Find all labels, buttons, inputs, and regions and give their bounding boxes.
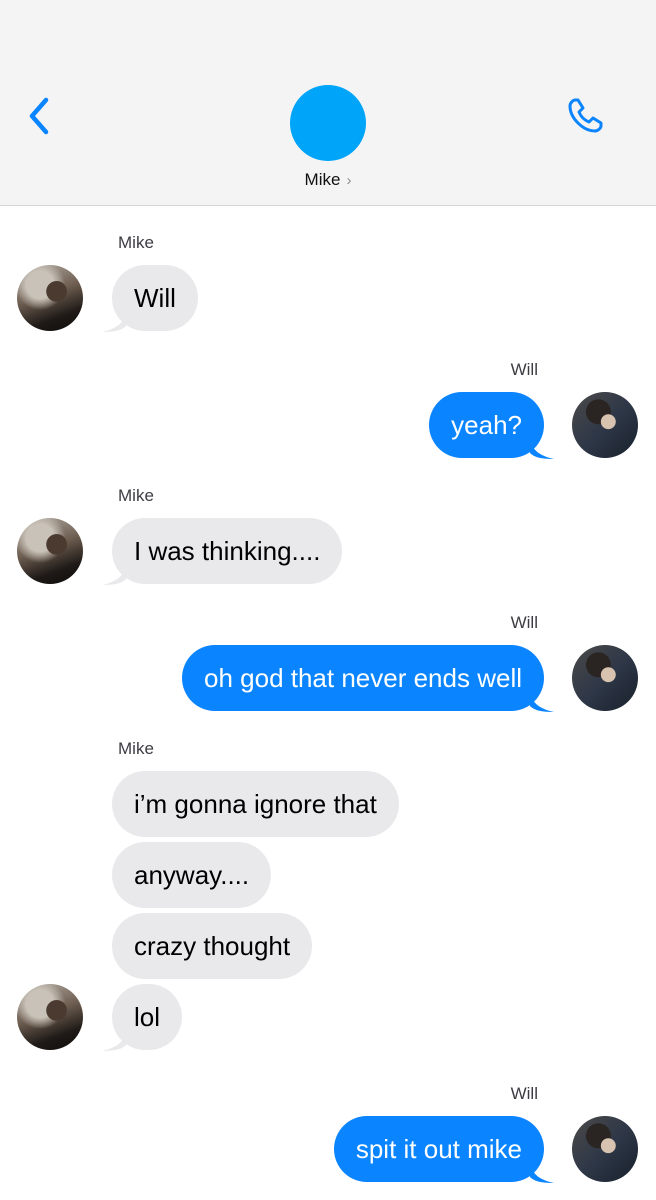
phone-icon (568, 98, 603, 133)
message-bubble[interactable]: oh god that never ends well (182, 645, 544, 711)
message-bubble[interactable]: lol (112, 984, 183, 1050)
conversation-header: Mike › (0, 0, 656, 206)
message-bubble[interactable]: yeah? (429, 392, 544, 458)
sender-label: Mike (118, 739, 154, 758)
chevron-right-icon: › (346, 172, 352, 189)
sender-label: Will (510, 360, 538, 379)
avatar[interactable] (17, 265, 83, 331)
avatar[interactable] (572, 645, 638, 711)
sender-label: Will (510, 1084, 538, 1103)
message-bubble[interactable]: anyway.... (112, 842, 272, 908)
sender-label: Mike (118, 233, 154, 252)
message-bubble[interactable]: I was thinking.... (112, 518, 343, 584)
avatar[interactable] (572, 392, 638, 458)
call-button[interactable] (565, 96, 605, 136)
back-button[interactable] (22, 96, 56, 136)
sender-label: Will (510, 613, 538, 632)
chevron-left-icon (29, 97, 49, 135)
contact-name-button[interactable]: Mike › (0, 170, 656, 190)
message-bubble[interactable]: i’m gonna ignore that (112, 771, 399, 837)
message-bubble[interactable]: Will (112, 265, 198, 331)
message-bubble[interactable]: crazy thought (112, 913, 313, 979)
avatar[interactable] (572, 1116, 638, 1182)
contact-avatar[interactable] (290, 85, 366, 161)
message-bubble[interactable]: spit it out mike (333, 1116, 544, 1182)
sender-label: Mike (118, 486, 154, 505)
contact-name: Mike (304, 170, 341, 189)
avatar[interactable] (17, 984, 83, 1050)
avatar[interactable] (17, 518, 83, 584)
